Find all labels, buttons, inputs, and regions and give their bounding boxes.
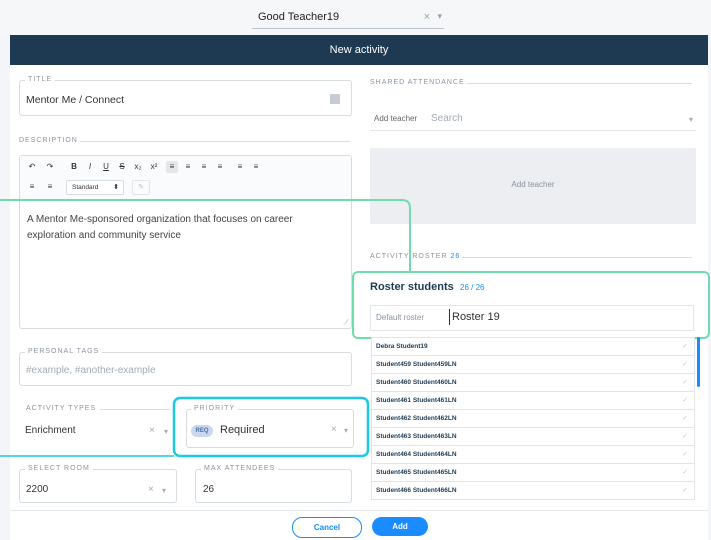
green-connector-line: [0, 199, 411, 271]
cyan-highlight-box: [172, 396, 370, 458]
highlight-overlay: [0, 199, 411, 458]
